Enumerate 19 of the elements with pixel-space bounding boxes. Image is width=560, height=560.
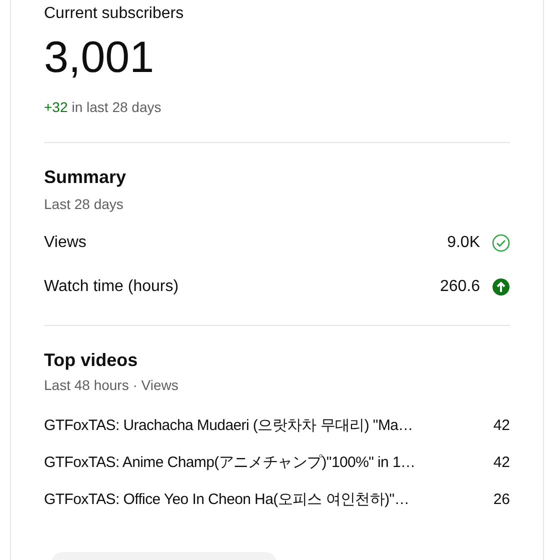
- metric-value: 260.6: [440, 277, 480, 297]
- change-period: in last 28 days: [72, 98, 162, 116]
- view-count: 42: [492, 416, 510, 436]
- video-title[interactable]: GTFoxTAS: Urachacha Mudaeri (으랏차차 무대리) "Ma…: [44, 416, 480, 436]
- section-title: Summary: [44, 166, 128, 189]
- metric-value: 9.0K: [447, 233, 480, 253]
- metric-label: Views: [44, 233, 88, 253]
- section-period: Last 48 hours · Views: [44, 376, 180, 394]
- section-title: Top videos: [44, 349, 139, 372]
- video-title[interactable]: GTFoxTAS: Anime Champ(アニメチャンプ)"100%" in 1…: [44, 453, 480, 473]
- view-count: 26: [492, 490, 510, 510]
- subscribers-label: Current subscribers: [44, 4, 185, 24]
- subscriber-change: +32: [44, 98, 68, 116]
- video-title[interactable]: GTFoxTAS: Office Yeo In Cheon Ha(오피스 여인천하)"…: [44, 490, 480, 510]
- check-circle-icon: [492, 234, 510, 252]
- section-period: Last 28 days: [44, 195, 124, 213]
- view-count: 42: [492, 453, 510, 473]
- metric-label: Watch time (hours): [44, 277, 180, 297]
- subscriber-count: 3,001: [44, 32, 156, 84]
